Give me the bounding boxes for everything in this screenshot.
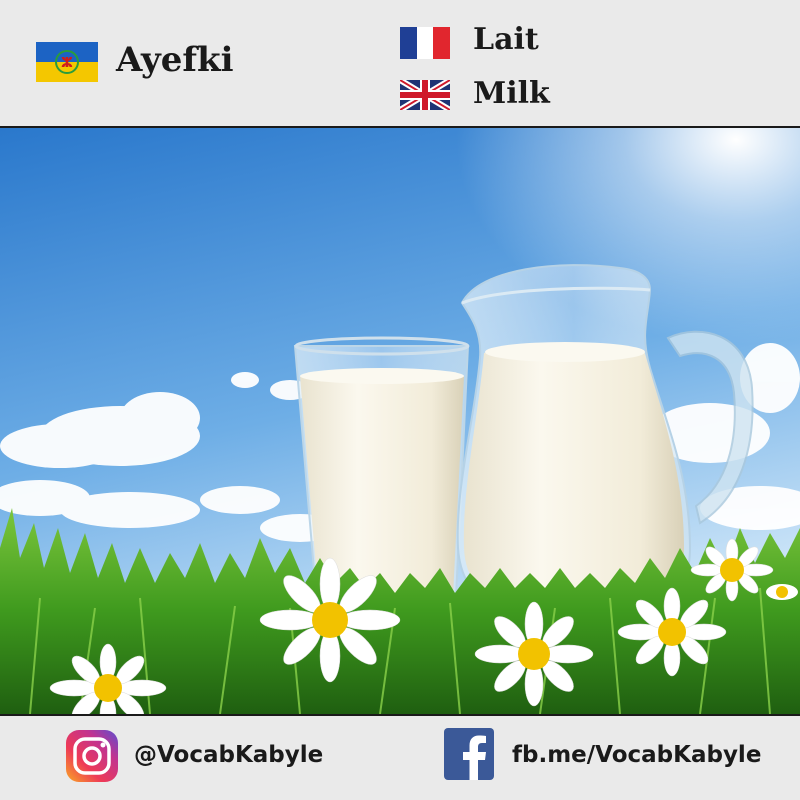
kabyle-flag-icon: ⵣ — [36, 42, 98, 82]
vocab-card: ⵣ Ayefki Lait Milk @VocabKabyle fb.me/Vo… — [0, 0, 800, 800]
uk-flag-icon — [400, 80, 450, 110]
svg-text:ⵣ: ⵣ — [61, 55, 73, 71]
kabyle-word: Ayefki — [116, 40, 234, 80]
header-bar: ⵣ Ayefki Lait Milk — [0, 0, 800, 128]
milk-scene-illustration — [0, 128, 800, 714]
facebook-icon[interactable] — [444, 728, 494, 780]
instagram-icon[interactable] — [66, 730, 118, 782]
milk-photo — [0, 128, 800, 714]
instagram-handle[interactable]: @VocabKabyle — [134, 742, 323, 768]
facebook-link[interactable]: fb.me/VocabKabyle — [512, 742, 761, 768]
english-word: Milk — [473, 76, 550, 111]
french-word: Lait — [473, 22, 539, 57]
french-flag-icon — [400, 27, 450, 59]
